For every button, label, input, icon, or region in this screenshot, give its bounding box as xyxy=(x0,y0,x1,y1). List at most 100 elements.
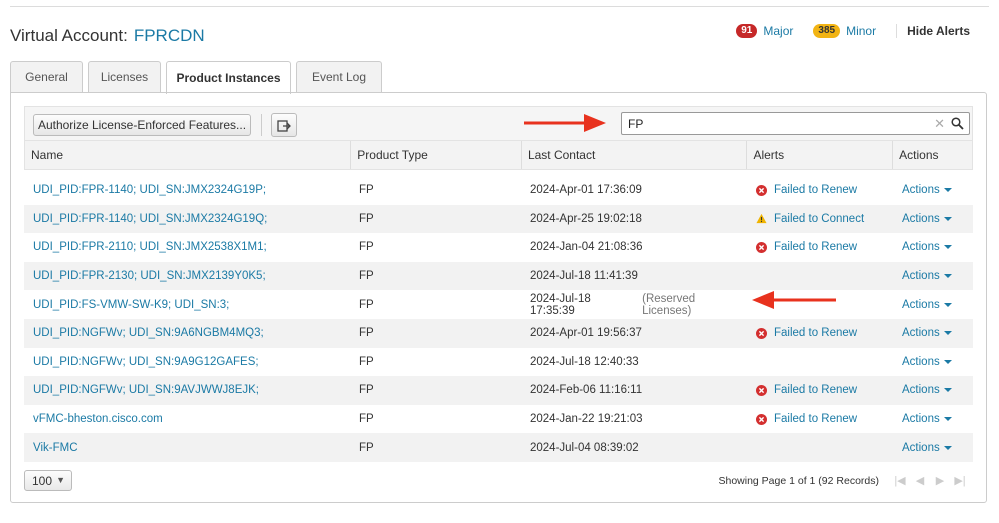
alerts-cell xyxy=(747,348,893,377)
last-contact-cell: 2024-Apr-01 19:56:37 xyxy=(521,319,747,348)
annotation-arrow-right-icon xyxy=(524,114,606,132)
instance-name-link[interactable]: UDI_PID:FPR-1140; UDI_SN:JMX2324G19Q; xyxy=(24,205,350,234)
last-contact-cell: 2024-Feb-06 11:16:11 xyxy=(521,376,747,405)
pagination-bar: 100 ▼ Showing Page 1 of 1 (92 Records) |… xyxy=(24,469,973,493)
last-contact-cell: 2024-Jul-18 11:41:39 xyxy=(521,262,747,291)
alert-link[interactable]: Failed to Renew xyxy=(774,384,857,396)
minor-alerts-link[interactable]: Minor xyxy=(846,24,876,38)
caret-down-icon xyxy=(943,188,952,193)
error-x-circle-icon xyxy=(756,241,767,253)
reserved-licenses-note: (Reserved Licenses) xyxy=(642,292,696,317)
instance-name-link[interactable]: UDI_PID:FS-VMW-SW-K9; UDI_SN:3; xyxy=(24,290,350,319)
instance-name-link[interactable]: UDI_PID:FPR-1140; UDI_SN:JMX2324G19P; xyxy=(24,176,350,205)
actions-label: Actions xyxy=(902,241,940,254)
tab-product-instances[interactable]: Product Instances xyxy=(166,61,291,94)
last-contact-value: 2024-Jul-18 17:35:39 xyxy=(530,292,591,317)
alert-link[interactable]: Failed to Renew xyxy=(774,241,857,253)
instance-name-link[interactable]: Vik-FMC xyxy=(24,433,350,462)
table-body: UDI_PID:FPR-1140; UDI_SN:JMX2324G19P; FP 2… xyxy=(24,176,973,462)
instance-name: UDI_PID:FPR-2110; UDI_SN:JMX2538X1M1; xyxy=(33,241,267,254)
last-contact-value: 2024-Jan-04 21:08:36 xyxy=(530,241,643,254)
actions-dropdown[interactable]: Actions xyxy=(893,262,973,291)
product-type-cell: FP xyxy=(359,184,374,197)
instance-name: UDI_PID:FPR-1140; UDI_SN:JMX2324G19P; xyxy=(33,184,267,197)
authorize-features-button[interactable]: Authorize License-Enforced Features... xyxy=(33,114,251,136)
instance-name-link[interactable]: UDI_PID:FPR-2110; UDI_SN:JMX2538X1M1; xyxy=(24,233,350,262)
major-alerts-link[interactable]: Major xyxy=(763,24,793,38)
alert-link[interactable]: Failed to Renew xyxy=(774,413,857,425)
actions-label: Actions xyxy=(902,441,940,454)
magnifier-icon[interactable] xyxy=(951,117,964,130)
next-page-icon[interactable]: ▶ xyxy=(930,474,950,487)
prev-page-icon[interactable]: ◀ xyxy=(910,474,930,487)
column-header-name[interactable]: Name xyxy=(25,141,350,169)
export-button[interactable] xyxy=(271,113,297,137)
search-input[interactable] xyxy=(628,116,928,131)
actions-dropdown[interactable]: Actions xyxy=(893,348,973,377)
error-x-circle-icon xyxy=(756,384,767,396)
hide-alerts-link[interactable]: Hide Alerts xyxy=(896,24,970,38)
table-row: UDI_PID:NGFWv; UDI_SN:9AVJWWJ8EJK; FP 2024… xyxy=(24,376,973,405)
actions-label: Actions xyxy=(902,270,940,283)
instance-name-link[interactable]: UDI_PID:NGFWv; UDI_SN:9AVJWWJ8EJK; xyxy=(24,376,350,405)
clear-x-icon[interactable]: ✕ xyxy=(934,117,945,130)
virtual-account-name[interactable]: FPRCDN xyxy=(134,26,205,45)
instance-name-link[interactable]: vFMC-bheston.cisco.com xyxy=(24,405,350,434)
actions-dropdown[interactable]: Actions xyxy=(893,433,973,462)
instance-name: Vik-FMC xyxy=(33,441,78,454)
column-header-product-type[interactable]: Product Type xyxy=(350,141,521,169)
column-header-last-contact[interactable]: Last Contact xyxy=(520,141,747,169)
annotation-arrow-left-icon xyxy=(752,291,836,309)
tab-licenses[interactable]: Licenses xyxy=(88,61,161,92)
actions-dropdown[interactable]: Actions xyxy=(893,405,973,434)
product-type-cell: FP xyxy=(359,384,374,397)
actions-dropdown[interactable]: Actions xyxy=(893,290,973,319)
table-row: UDI_PID:FPR-2130; UDI_SN:JMX2139Y0K5; FP 2… xyxy=(24,261,973,291)
last-contact-value: 2024-Jul-18 11:41:39 xyxy=(530,270,638,283)
error-x-circle-icon xyxy=(756,184,767,196)
alert-link[interactable]: Failed to Connect xyxy=(774,213,864,225)
chevron-down-icon: ▼ xyxy=(56,475,65,485)
product-type-cell: FP xyxy=(359,212,374,225)
alerts-cell: Failed to Renew xyxy=(747,376,893,405)
caret-down-icon xyxy=(943,274,952,279)
alert-link[interactable]: Failed to Renew xyxy=(774,184,857,196)
column-header-actions[interactable]: Actions xyxy=(892,141,972,169)
actions-label: Actions xyxy=(902,355,940,368)
product-type-cell: FP xyxy=(359,298,374,311)
tab-general[interactable]: General xyxy=(10,61,83,92)
first-page-icon[interactable]: |◀ xyxy=(890,474,910,487)
actions-label: Actions xyxy=(902,184,940,197)
tab-event-log[interactable]: Event Log xyxy=(296,61,382,92)
actions-label: Actions xyxy=(902,413,940,426)
actions-label: Actions xyxy=(902,212,940,225)
page-size-select[interactable]: 100 ▼ xyxy=(24,470,72,491)
alert-link[interactable]: Failed to Renew xyxy=(774,327,857,339)
column-header-alerts[interactable]: Alerts xyxy=(746,141,892,169)
last-contact-cell: 2024-Apr-25 19:02:18 xyxy=(521,205,747,234)
last-contact-value: 2024-Apr-25 19:02:18 xyxy=(530,212,642,225)
page-size-value: 100 xyxy=(32,473,53,488)
instance-name-link[interactable]: UDI_PID:NGFWv; UDI_SN:9A6NGBM4MQ3; xyxy=(24,319,350,348)
actions-dropdown[interactable]: Actions xyxy=(893,319,973,348)
major-alerts-badge: 91 xyxy=(736,24,758,38)
actions-dropdown[interactable]: Actions xyxy=(893,205,973,234)
last-contact-value: 2024-Feb-06 11:16:11 xyxy=(530,384,643,397)
instance-name-link[interactable]: UDI_PID:NGFWv; UDI_SN:9A9G12GAFES; xyxy=(24,348,350,377)
product-type-cell: FP xyxy=(359,270,374,283)
alerts-cell: Failed to Renew xyxy=(747,176,893,205)
last-page-icon[interactable]: ▶| xyxy=(950,474,970,487)
caret-down-icon xyxy=(943,245,952,250)
export-icon xyxy=(277,120,291,132)
instance-name: UDI_PID:FPR-1140; UDI_SN:JMX2324G19Q; xyxy=(33,212,268,225)
actions-dropdown[interactable]: Actions xyxy=(893,176,973,205)
page-info: Showing Page 1 of 1 (92 Records) xyxy=(718,475,879,487)
last-contact-value: 2024-Jul-18 12:40:33 xyxy=(530,355,639,368)
instance-name: UDI_PID:NGFWv; UDI_SN:9A9G12GAFES; xyxy=(33,355,259,368)
actions-dropdown[interactable]: Actions xyxy=(893,376,973,405)
toolbar-separator xyxy=(261,114,262,136)
actions-dropdown[interactable]: Actions xyxy=(893,233,973,262)
table-row: Vik-FMC FP 2024-Jul-04 08:39:02 Actions xyxy=(24,433,973,462)
instance-name-link[interactable]: UDI_PID:FPR-2130; UDI_SN:JMX2139Y0K5; xyxy=(24,262,350,291)
search-field: ✕ xyxy=(621,112,970,135)
